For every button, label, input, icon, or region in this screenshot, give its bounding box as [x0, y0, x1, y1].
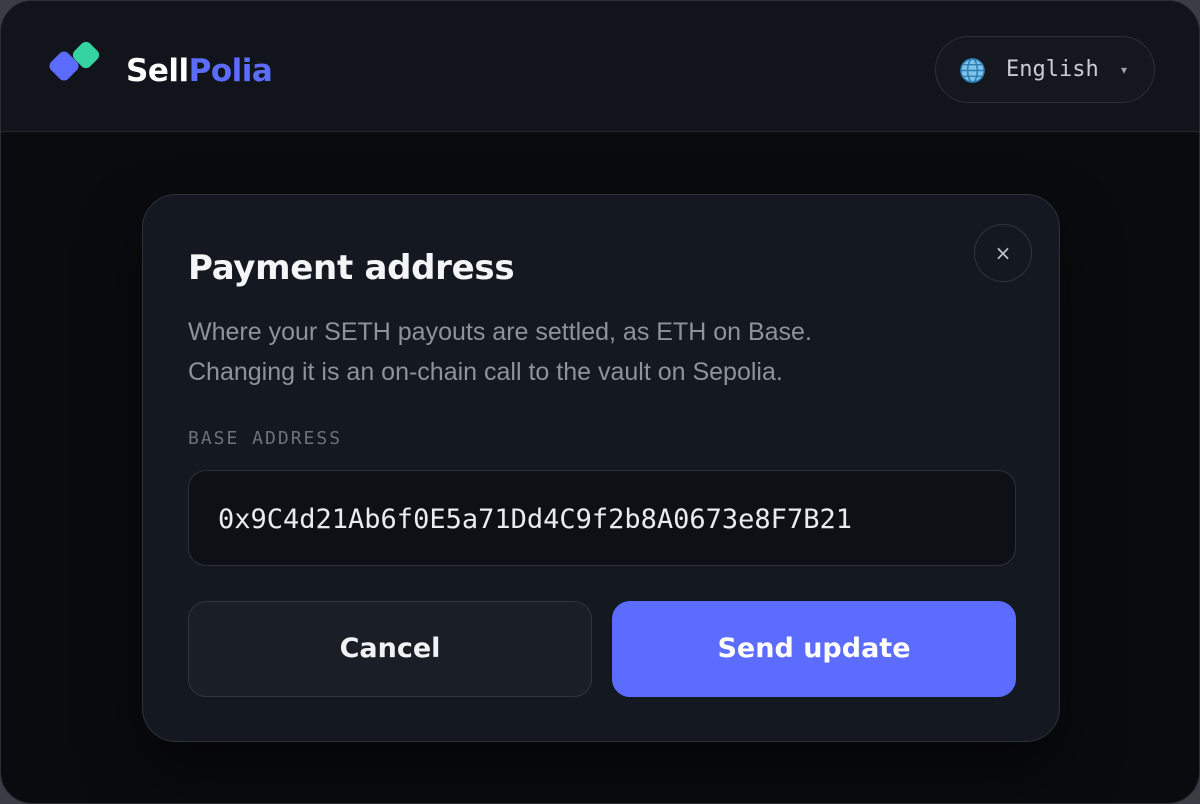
dialog-title: Payment address — [188, 248, 515, 288]
brand-name-part2: Polia — [188, 53, 273, 89]
dialog-description: Where your SETH payouts are settled, as … — [188, 312, 968, 392]
payment-address-dialog: × Payment address Where your SETH payout… — [142, 194, 1060, 742]
description-line: Where your SETH payouts are settled, as … — [188, 318, 812, 346]
cancel-button[interactable]: Cancel — [188, 601, 592, 697]
language-label: English — [1006, 57, 1099, 82]
top-bar: SellPolia English ▾ — [1, 1, 1199, 132]
brand-name-part1: Sell — [126, 53, 189, 89]
send-update-button[interactable]: Send update — [612, 601, 1016, 697]
logo-icon — [49, 41, 100, 81]
language-selector[interactable]: English ▾ — [935, 36, 1155, 103]
base-address-field[interactable] — [188, 470, 1016, 566]
brand-name: SellPolia — [126, 52, 273, 90]
chevron-down-icon: ▾ — [1121, 63, 1128, 77]
description-line: Changing it is an on-chain call to the v… — [188, 358, 783, 386]
app-window: SellPolia English ▾ × Payment address Wh… — [0, 0, 1200, 804]
base-address-label: BASE ADDRESS — [188, 428, 343, 449]
close-button[interactable]: × — [974, 224, 1032, 282]
close-icon: × — [994, 241, 1012, 265]
globe-icon — [960, 58, 985, 83]
base-address-input[interactable] — [218, 499, 998, 539]
